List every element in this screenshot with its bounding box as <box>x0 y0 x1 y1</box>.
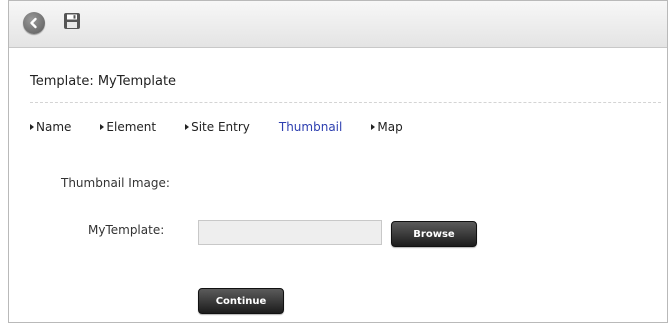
browse-button[interactable]: Browse <box>391 221 477 247</box>
triangle-right-icon <box>100 124 105 130</box>
tab-map[interactable]: Map <box>371 120 403 134</box>
tab-name[interactable]: Name <box>30 120 71 134</box>
tab-label: Map <box>377 120 403 134</box>
page-title: Template: MyTemplate <box>30 74 177 89</box>
continue-button[interactable]: Continue <box>198 288 284 314</box>
file-field-label: MyTemplate: <box>88 223 165 237</box>
tab-label: Thumbnail <box>278 120 343 134</box>
triangle-right-icon <box>30 124 34 130</box>
tab-label: Element <box>106 120 157 134</box>
back-button[interactable] <box>21 10 47 36</box>
triangle-right-icon <box>185 124 190 130</box>
save-button[interactable] <box>59 10 85 36</box>
tab-element[interactable]: Element <box>100 120 156 134</box>
tab-thumbnail[interactable]: Thumbnail <box>279 120 342 134</box>
back-arrow-icon <box>23 12 45 34</box>
file-path-input[interactable] <box>198 220 382 245</box>
tab-label: Site Entry <box>191 120 250 134</box>
toolbar <box>9 1 667 48</box>
tab-site-entry[interactable]: Site Entry <box>185 120 250 134</box>
triangle-right-icon <box>371 124 376 130</box>
template-editor-panel: Template: MyTemplate Name Element Site E… <box>8 0 668 323</box>
tab-label: Name <box>36 120 72 134</box>
divider <box>30 102 661 103</box>
floppy-disk-icon <box>62 11 82 35</box>
thumbnail-image-label: Thumbnail Image: <box>61 176 170 190</box>
tab-nav: Name Element Site Entry Thumbnail Map <box>30 120 403 134</box>
